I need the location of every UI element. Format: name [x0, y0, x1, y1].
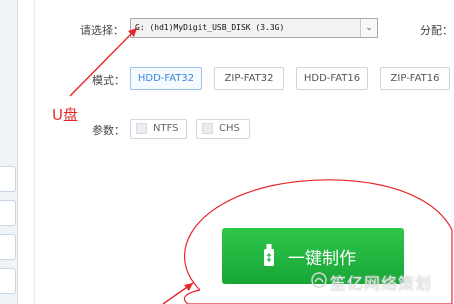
usb-annotation-label: U盘	[52, 106, 78, 124]
red-annotation-overlay	[69, 27, 453, 304]
watermark-text: 笙亿网络策划	[330, 274, 433, 293]
annotation-arrow-line	[69, 27, 138, 97]
annotation-arrowhead-2	[184, 283, 193, 291]
watermark-logo-icon	[311, 272, 327, 288]
